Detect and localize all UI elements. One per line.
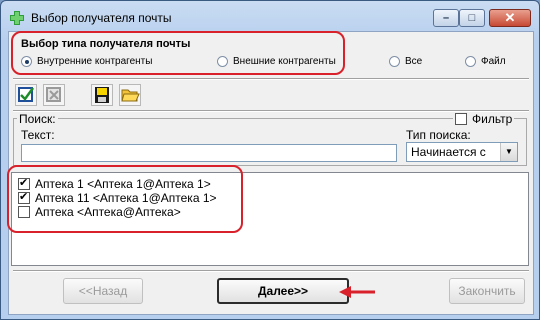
- filter-checkbox[interactable]: Фильтр: [453, 112, 515, 126]
- radio-circle[interactable]: [389, 56, 400, 67]
- radio-all[interactable]: Все: [389, 56, 422, 67]
- mail-recipient-window: Выбор получателя почты – □ ✕ Выбор типа …: [0, 0, 540, 320]
- finish-button[interactable]: Закончить: [449, 278, 525, 304]
- annotation-outline-type: [11, 31, 345, 75]
- divider: [13, 270, 529, 272]
- filter-label: Фильтр: [472, 112, 513, 126]
- window-title: Выбор получателя почты: [31, 11, 172, 25]
- dropdown-arrow-icon[interactable]: ▼: [500, 143, 517, 161]
- annotation-arrow-icon: [339, 286, 375, 298]
- uncheck-all-button[interactable]: [43, 84, 65, 106]
- text-label: Текст:: [21, 128, 55, 142]
- radio-file[interactable]: Файл: [465, 56, 506, 67]
- minimize-button[interactable]: –: [433, 9, 459, 27]
- search-type-select[interactable]: Начинается с ▼: [406, 142, 518, 162]
- search-group-label: Поиск:: [17, 112, 58, 126]
- close-button[interactable]: ✕: [489, 9, 531, 27]
- radio-file-label: Файл: [481, 56, 506, 67]
- open-folder-icon: [121, 89, 140, 102]
- minimize-icon: –: [442, 12, 450, 24]
- search-type-value: Начинается с: [411, 145, 486, 159]
- filter-checkbox-box[interactable]: [455, 113, 467, 125]
- check-all-icon: [18, 87, 35, 102]
- maximize-icon: □: [468, 12, 476, 24]
- uncheck-all-icon: [46, 87, 61, 102]
- check-all-button[interactable]: [15, 84, 37, 106]
- open-button[interactable]: [119, 84, 141, 106]
- divider: [13, 78, 529, 80]
- save-button[interactable]: [91, 84, 113, 106]
- search-type-label: Тип поиска:: [406, 128, 471, 142]
- radio-circle[interactable]: [465, 56, 476, 67]
- next-button[interactable]: Далее>>: [217, 278, 349, 304]
- toolbar: [15, 84, 141, 110]
- save-icon: [95, 87, 109, 103]
- annotation-outline-list: [7, 165, 243, 233]
- title-bar[interactable]: Выбор получателя почты – □ ✕: [1, 1, 539, 35]
- radio-all-label: Все: [405, 56, 423, 67]
- back-button[interactable]: <<Назад: [63, 278, 143, 304]
- divider: [13, 110, 529, 112]
- maximize-button[interactable]: □: [459, 9, 485, 27]
- search-text-input[interactable]: [21, 144, 397, 162]
- app-icon: [10, 11, 24, 25]
- close-icon: ✕: [504, 10, 516, 25]
